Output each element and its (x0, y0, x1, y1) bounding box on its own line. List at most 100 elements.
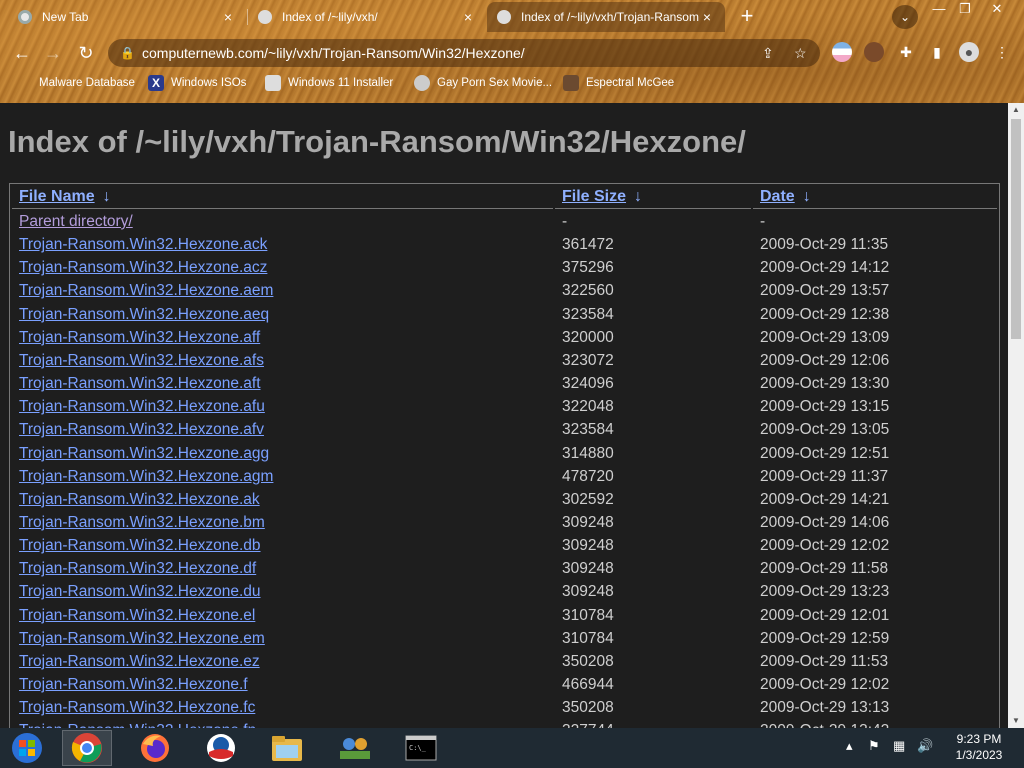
table-row: Trojan-Ransom.Win32.Hexzone.acz 375296 200… (10, 259, 999, 282)
taskbar-clock[interactable]: 9:23 PM 1/3/2023 (944, 731, 1014, 763)
bookmark-site[interactable]: Gay Porn Sex Movie... (414, 75, 552, 91)
sort-arrow-icon[interactable]: ↓ (634, 188, 642, 206)
tab-close-icon[interactable]: × (699, 9, 715, 25)
file-date-cell: 2009-Oct-29 12:06 (760, 351, 890, 369)
file-link[interactable]: Trojan-Ransom.Win32.Hexzone.ez (19, 653, 260, 671)
extensions-puzzle-icon[interactable]: ✚ (896, 42, 916, 62)
tab-new-tab[interactable]: New Tab × (8, 2, 246, 32)
file-link[interactable]: Trojan-Ransom.Win32.Hexzone.aff (19, 329, 260, 347)
taskbar-network-app[interactable] (330, 730, 380, 766)
volume-icon[interactable]: 🔊 (917, 738, 933, 754)
file-link[interactable]: Trojan-Ransom.Win32.Hexzone.afs (19, 352, 264, 370)
taskbar-chrome[interactable] (62, 730, 112, 766)
restore-button[interactable]: ❐ (950, 0, 980, 18)
bookmark-espectral-mcgee[interactable]: Espectral McGee (563, 75, 674, 91)
vertical-scrollbar[interactable]: ▲ ▼ (1008, 103, 1024, 728)
table-row: Trojan-Ransom.Win32.Hexzone.afu 322048 200… (10, 398, 999, 421)
column-header-file-name[interactable]: File Name ↓ (19, 188, 111, 206)
terminal-icon: C:\_ (405, 735, 437, 761)
file-date-cell: 2009-Oct-29 13:23 (760, 583, 890, 601)
back-button[interactable]: ← (9, 40, 35, 66)
scrollbar-thumb[interactable] (1011, 119, 1021, 339)
header-underline (753, 208, 997, 209)
file-link[interactable]: Trojan-Ransom.Win32.Hexzone.agg (19, 445, 269, 463)
x-icon: X (148, 75, 164, 91)
profile-extension-icon[interactable] (864, 42, 884, 62)
bookmark-label: Windows 11 Installer (288, 77, 394, 89)
column-header-label[interactable]: File Name (19, 188, 95, 205)
bookmark-label: Espectral McGee (586, 77, 675, 89)
image-icon (265, 75, 281, 91)
file-link[interactable]: Trojan-Ransom.Win32.Hexzone.ak (19, 491, 260, 509)
show-hidden-icons-icon[interactable]: ▴ (846, 738, 853, 754)
file-date-cell: 2009-Oct-29 13:13 (760, 699, 890, 717)
taskbar-file-explorer[interactable] (262, 730, 312, 766)
windows-taskbar: C:\_ ▴ ⚑ ▦ 🔊 9:23 PM 1/3/2023 (0, 728, 1024, 768)
bookmark-windows-11-installer[interactable]: Windows 11 Installer (265, 75, 393, 91)
file-size-cell: 322560 (562, 282, 614, 300)
url-text[interactable]: computernewb.com/~lily/vxh/Trojan-Ransom… (142, 45, 525, 61)
account-avatar-icon[interactable]: ● (959, 42, 979, 62)
file-link[interactable]: Trojan-Ransom.Win32.Hexzone.f (19, 676, 248, 694)
column-header-label[interactable]: File Size (562, 188, 626, 205)
tab-index-hexzone[interactable]: Index of /~lily/vxh/Trojan-Ransom × (487, 2, 725, 32)
scroll-up-arrow-icon[interactable]: ▲ (1008, 103, 1024, 117)
file-link[interactable]: Trojan-Ransom.Win32.Hexzone.acz (19, 259, 267, 277)
flag-extension-icon[interactable] (832, 42, 852, 62)
file-link[interactable]: Trojan-Ransom.Win32.Hexzone.ack (19, 236, 267, 254)
address-bar[interactable]: 🔒 computernewb.com/~lily/vxh/Trojan-Rans… (108, 39, 820, 67)
file-link[interactable]: Trojan-Ransom.Win32.Hexzone.afv (19, 421, 264, 439)
taskbar-obama-app[interactable] (196, 730, 246, 766)
share-icon[interactable]: ⇪ (762, 39, 774, 67)
parent-directory-link[interactable]: Parent directory/ (19, 213, 133, 231)
file-link[interactable]: Trojan-Ransom.Win32.Hexzone.du (19, 583, 261, 601)
side-panel-icon[interactable]: ▮ (927, 42, 947, 62)
network-tray-icon[interactable]: ▦ (893, 738, 905, 754)
sort-arrow-icon[interactable]: ↓ (803, 188, 811, 206)
file-link[interactable]: Trojan-Ransom.Win32.Hexzone.agm (19, 468, 273, 486)
file-link[interactable]: Trojan-Ransom.Win32.Hexzone.aft (19, 375, 261, 393)
bookmark-windows-isos[interactable]: X Windows ISOs (148, 75, 246, 91)
file-link[interactable]: Trojan-Ransom.Win32.Hexzone.em (19, 630, 265, 648)
file-link[interactable]: Trojan-Ransom.Win32.Hexzone.el (19, 607, 255, 625)
file-link[interactable]: Trojan-Ransom.Win32.Hexzone.aeq (19, 306, 269, 324)
file-link[interactable]: Trojan-Ransom.Win32.Hexzone.afu (19, 398, 265, 416)
lock-icon[interactable]: 🔒 (120, 39, 135, 67)
chrome-icon (71, 733, 102, 763)
file-link[interactable]: Trojan-Ransom.Win32.Hexzone.df (19, 560, 256, 578)
file-link[interactable]: Trojan-Ransom.Win32.Hexzone.fc (19, 699, 255, 717)
bookmark-star-icon[interactable]: ☆ (794, 39, 807, 67)
file-link[interactable]: Trojan-Ransom.Win32.Hexzone.db (19, 537, 261, 555)
firefox-icon (141, 734, 169, 762)
column-header-label[interactable]: Date (760, 188, 795, 205)
start-button[interactable] (2, 730, 52, 766)
tab-close-icon[interactable]: × (220, 9, 236, 25)
reload-button[interactable]: ↻ (73, 40, 99, 66)
file-link[interactable]: Trojan-Ransom.Win32.Hexzone.aem (19, 282, 273, 300)
close-window-button[interactable]: ✕ (982, 0, 1012, 18)
bookmarks-bar: Malware Database X Windows ISOs Windows … (0, 71, 1024, 97)
new-tab-button[interactable]: + (734, 5, 760, 29)
column-header-date[interactable]: Date ↓ (760, 188, 811, 206)
table-row: Trojan-Ransom.Win32.Hexzone.aft 324096 200… (10, 375, 999, 398)
taskbar-firefox[interactable] (130, 730, 180, 766)
bookmark-malware-database[interactable]: Malware Database (16, 75, 135, 91)
action-center-flag-icon[interactable]: ⚑ (868, 738, 880, 754)
forward-button[interactable]: → (40, 40, 66, 66)
file-size-cell: 478720 (562, 467, 614, 485)
parent-directory-row: Parent directory/ - - (10, 213, 999, 236)
tab-search-button[interactable]: ⌄ (892, 5, 918, 29)
file-link[interactable]: Trojan-Ransom.Win32.Hexzone.bm (19, 514, 265, 532)
file-date-cell: 2009-Oct-29 12:02 (760, 676, 890, 693)
scroll-down-arrow-icon[interactable]: ▼ (1008, 714, 1024, 728)
sort-arrow-icon[interactable]: ↓ (103, 188, 111, 206)
tab-close-icon[interactable]: × (460, 9, 476, 25)
table-row: Trojan-Ransom.Win32.Hexzone.fc 350208 2009… (10, 699, 999, 722)
taskbar-command-prompt[interactable]: C:\_ (396, 730, 446, 766)
column-header-file-size[interactable]: File Size ↓ (562, 188, 642, 206)
site-favicon-icon (497, 10, 511, 24)
table-row: Trojan-Ransom.Win32.Hexzone.ack 361472 200… (10, 236, 999, 259)
menu-kebab-icon[interactable]: ⋮ (992, 42, 1012, 62)
file-date-cell: 2009-Oct-29 13:57 (760, 282, 890, 300)
tab-index-vxh[interactable]: Index of /~lily/vxh/ × (248, 2, 486, 32)
